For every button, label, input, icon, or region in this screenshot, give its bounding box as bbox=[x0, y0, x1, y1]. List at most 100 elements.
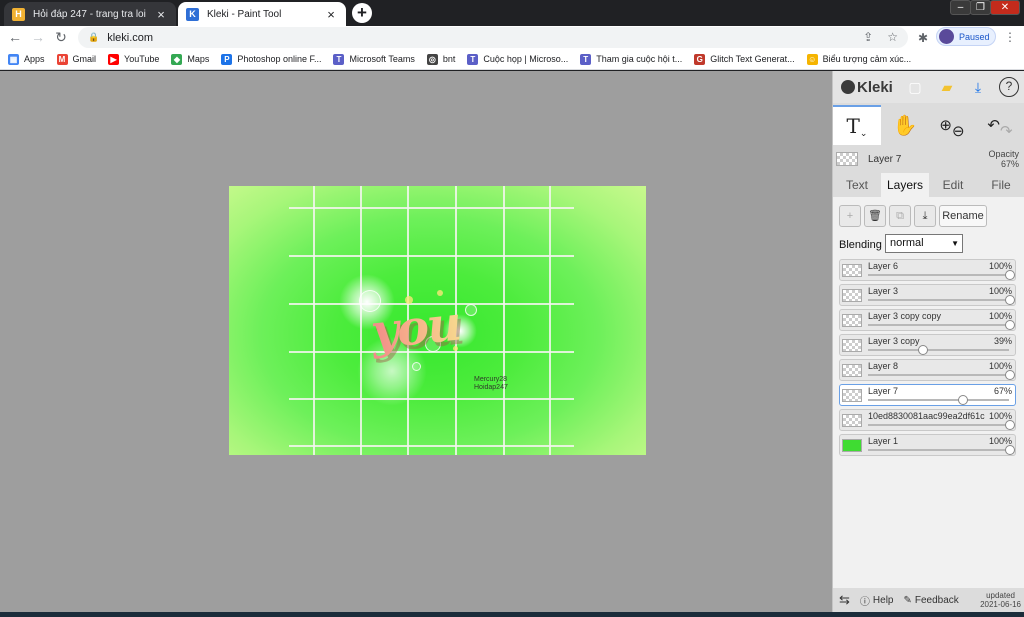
opacity-slider-track[interactable] bbox=[868, 424, 1009, 426]
opacity-slider-track[interactable] bbox=[868, 324, 1009, 326]
new-tab-button[interactable]: + bbox=[352, 3, 372, 23]
opacity-slider-track[interactable] bbox=[868, 274, 1009, 276]
new-image-icon[interactable]: ▢ bbox=[905, 77, 925, 97]
text-tool-icon[interactable]: T ⌄ bbox=[833, 105, 881, 145]
duplicate-layer-icon[interactable]: ⧉ bbox=[889, 205, 911, 227]
bokeh-bubble bbox=[465, 304, 477, 316]
teams-icon: T bbox=[467, 53, 479, 65]
bookmark-item[interactable]: T Microsoft Teams bbox=[333, 53, 415, 65]
delete-layer-icon[interactable]: 🗑 bbox=[864, 205, 886, 227]
tab-kleki[interactable]: K Kleki - Paint Tool × bbox=[178, 2, 346, 26]
open-folder-icon[interactable]: ▰ bbox=[937, 77, 957, 97]
blending-value: normal bbox=[890, 237, 924, 249]
bookmark-item[interactable]: M Gmail bbox=[56, 53, 96, 65]
kleki-logo-icon bbox=[841, 80, 855, 94]
bookmark-item[interactable]: T Tham gia cuộc hội t... bbox=[580, 53, 682, 65]
help-label: Help bbox=[872, 594, 894, 606]
layer-thumbnail bbox=[842, 389, 862, 402]
layer-row[interactable]: Layer 3 copy copy 100% bbox=[839, 309, 1016, 331]
back-arrow-icon[interactable]: ← bbox=[6, 29, 24, 47]
extensions-puzzle-icon[interactable]: ✱ bbox=[918, 31, 928, 45]
layer-row[interactable]: Layer 6 100% bbox=[839, 259, 1016, 281]
tab-hoidap247[interactable]: H Hỏi đáp 247 - trang tra loi × bbox=[4, 2, 176, 26]
opacity-slider-handle[interactable] bbox=[1005, 370, 1015, 380]
tab-text[interactable]: Text bbox=[833, 173, 881, 197]
layer-row[interactable]: Layer 7 67% bbox=[839, 384, 1016, 406]
tab-layers[interactable]: Layers bbox=[881, 173, 929, 197]
help-link[interactable]: ⓘ Help bbox=[860, 593, 894, 608]
close-window-button[interactable]: ✕ bbox=[990, 0, 1020, 15]
bookmark-item[interactable]: T Cuộc họp | Microso... bbox=[467, 53, 569, 65]
profile-button[interactable]: Paused bbox=[936, 27, 996, 46]
add-layer-icon[interactable]: + bbox=[839, 205, 861, 227]
share-icon[interactable]: ⇪ bbox=[863, 30, 873, 44]
opacity-slider-handle[interactable] bbox=[1005, 270, 1015, 280]
reload-icon[interactable]: ↻ bbox=[52, 29, 70, 47]
layer-thumbnail bbox=[842, 264, 862, 277]
bookmark-label: Photoshop online F... bbox=[237, 54, 322, 64]
download-icon[interactable]: ⤓ bbox=[968, 77, 988, 97]
hand-tool-icon[interactable]: ✋ bbox=[883, 105, 927, 145]
rename-button[interactable]: Rename bbox=[939, 205, 987, 227]
layer-name: Layer 3 copy bbox=[868, 336, 920, 346]
layer-row[interactable]: Layer 3 100% bbox=[839, 284, 1016, 306]
hoidap-favicon-icon: H bbox=[12, 7, 25, 21]
drawing-workspace[interactable]: you you Mercury28 Hoidap247 bbox=[0, 71, 832, 612]
feedback-link[interactable]: ✎ Feedback bbox=[903, 595, 958, 606]
layer-name: Layer 3 copy copy bbox=[868, 311, 942, 321]
opacity-slider-handle[interactable] bbox=[1005, 320, 1015, 330]
opacity-slider-track[interactable] bbox=[868, 449, 1009, 451]
os-taskbar bbox=[0, 612, 1024, 617]
layer-row[interactable]: Layer 3 copy 39% bbox=[839, 334, 1016, 356]
tool-row: T ⌄ ✋ ⊕ ⊖ ↶ ↷ bbox=[833, 105, 1024, 145]
feedback-icon: ✎ bbox=[903, 594, 912, 606]
tab-file[interactable]: File bbox=[977, 173, 1024, 197]
opacity-slider-track[interactable] bbox=[868, 349, 1009, 351]
omnibox-actions: ⇪ ☆ bbox=[863, 30, 898, 44]
browser-menu-icon[interactable]: ⋮ bbox=[1004, 30, 1016, 44]
forward-arrow-icon[interactable]: → bbox=[29, 29, 47, 47]
opacity-slider-handle[interactable] bbox=[957, 395, 968, 405]
current-layer-info: Layer 7 Opacity 67% bbox=[833, 147, 1024, 171]
bookmark-star-icon[interactable]: ☆ bbox=[887, 30, 898, 44]
undo-redo-icon[interactable]: ↶ ↷ bbox=[977, 105, 1023, 145]
zoom-icon[interactable]: ⊕ ⊖ bbox=[929, 105, 975, 145]
layer-row[interactable]: 10ed8830081aac99ea2df61c 100% bbox=[839, 409, 1016, 431]
logo-text: Kleki bbox=[857, 78, 893, 96]
url-field[interactable]: 🔒 kleki.com ⇪ ☆ bbox=[78, 27, 908, 48]
minimize-button[interactable]: – bbox=[950, 0, 971, 15]
opacity-slider-track[interactable] bbox=[868, 374, 1009, 376]
close-tab-icon[interactable]: × bbox=[324, 7, 338, 22]
grid-line bbox=[289, 445, 574, 447]
opacity-slider-track[interactable] bbox=[868, 299, 1009, 301]
bookmark-item[interactable]: ◆ Maps bbox=[171, 53, 209, 65]
opacity-slider-handle[interactable] bbox=[1005, 420, 1015, 430]
help-icon[interactable]: ? bbox=[999, 77, 1019, 97]
opacity-slider-handle[interactable] bbox=[1005, 295, 1015, 305]
bookmark-item[interactable]: ◎ bnt bbox=[426, 53, 455, 65]
blending-select[interactable]: normal ▼ bbox=[885, 234, 963, 253]
drawing-canvas[interactable]: you you Mercury28 Hoidap247 bbox=[229, 186, 646, 455]
opacity-slider-track[interactable] bbox=[868, 399, 1009, 401]
layer-row[interactable]: Layer 8 100% bbox=[839, 359, 1016, 381]
close-tab-icon[interactable]: × bbox=[154, 7, 168, 22]
layer-name: Layer 3 bbox=[868, 286, 899, 296]
merge-down-icon[interactable]: ⤓ bbox=[914, 205, 936, 227]
swap-arrows-icon[interactable]: ⇆ bbox=[839, 592, 850, 608]
bookmark-item[interactable]: ▦ Apps bbox=[8, 53, 45, 65]
opacity-slider-handle[interactable] bbox=[1005, 445, 1015, 455]
bokeh-bubble bbox=[412, 362, 421, 371]
current-layer-name: Layer 7 bbox=[868, 153, 902, 165]
bookmark-item[interactable]: G Glitch Text Generat... bbox=[694, 53, 795, 65]
layer-row[interactable]: Layer 1 100% bbox=[839, 434, 1016, 456]
bookmark-item[interactable]: P Photoshop online F... bbox=[221, 53, 322, 65]
emoji-icon: ☺ bbox=[806, 53, 818, 65]
bookmark-label: Apps bbox=[24, 54, 45, 64]
tab-edit[interactable]: Edit bbox=[929, 173, 977, 197]
bookmark-label: Cuộc họp | Microso... bbox=[483, 54, 569, 64]
bookmark-item[interactable]: ☺ Biểu tượng cảm xúc... bbox=[806, 53, 911, 65]
layer-thumbnail bbox=[842, 314, 862, 327]
bookmark-item[interactable]: ▶ YouTube bbox=[108, 53, 159, 65]
opacity-slider-handle[interactable] bbox=[917, 345, 928, 355]
restore-button[interactable]: ❐ bbox=[970, 0, 991, 15]
